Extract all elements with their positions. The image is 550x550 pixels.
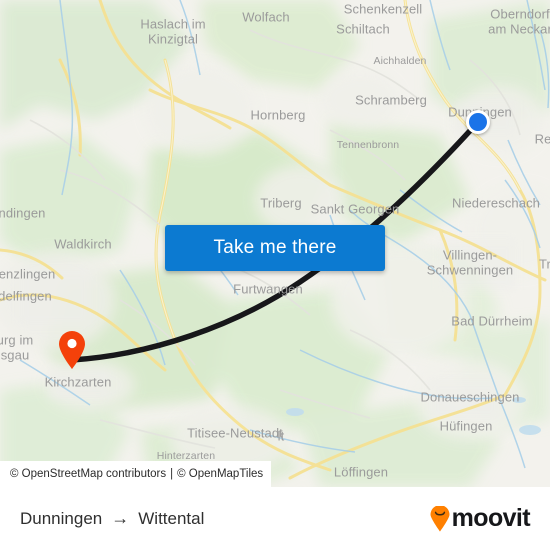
moovit-pin-icon (430, 505, 450, 531)
arrow-right-icon: → (111, 507, 130, 528)
attribution-separator: | (170, 468, 174, 480)
route-summary[interactable]: Dunningen → Wittental (20, 509, 204, 529)
openstreetmap-link[interactable]: © OpenStreetMap contributors (10, 468, 166, 480)
map-attribution: © OpenStreetMap contributors | © OpenMap… (0, 461, 272, 487)
moovit-wordmark: moovit (451, 504, 531, 532)
take-me-there-button[interactable]: Take me there (165, 225, 385, 271)
moovit-route-card: Haslach im Kinzigtal Wolfach Schenkenzell Sc… (0, 0, 550, 550)
origin-marker-dunningen[interactable] (466, 110, 490, 134)
footer-bar: Dunningen → Wittental moovit (0, 487, 550, 550)
route-origin-label: Dunningen (20, 508, 103, 528)
openmaptiles-link[interactable]: © OpenMapTiles (177, 468, 263, 480)
moovit-logo[interactable]: moovit (429, 504, 531, 532)
map-pin-icon (59, 331, 85, 369)
route-destination-label: Wittental (138, 508, 205, 528)
map-viewport[interactable]: Haslach im Kinzigtal Wolfach Schenkenzell Sc… (0, 0, 550, 487)
destination-marker-wittental[interactable] (57, 330, 87, 370)
